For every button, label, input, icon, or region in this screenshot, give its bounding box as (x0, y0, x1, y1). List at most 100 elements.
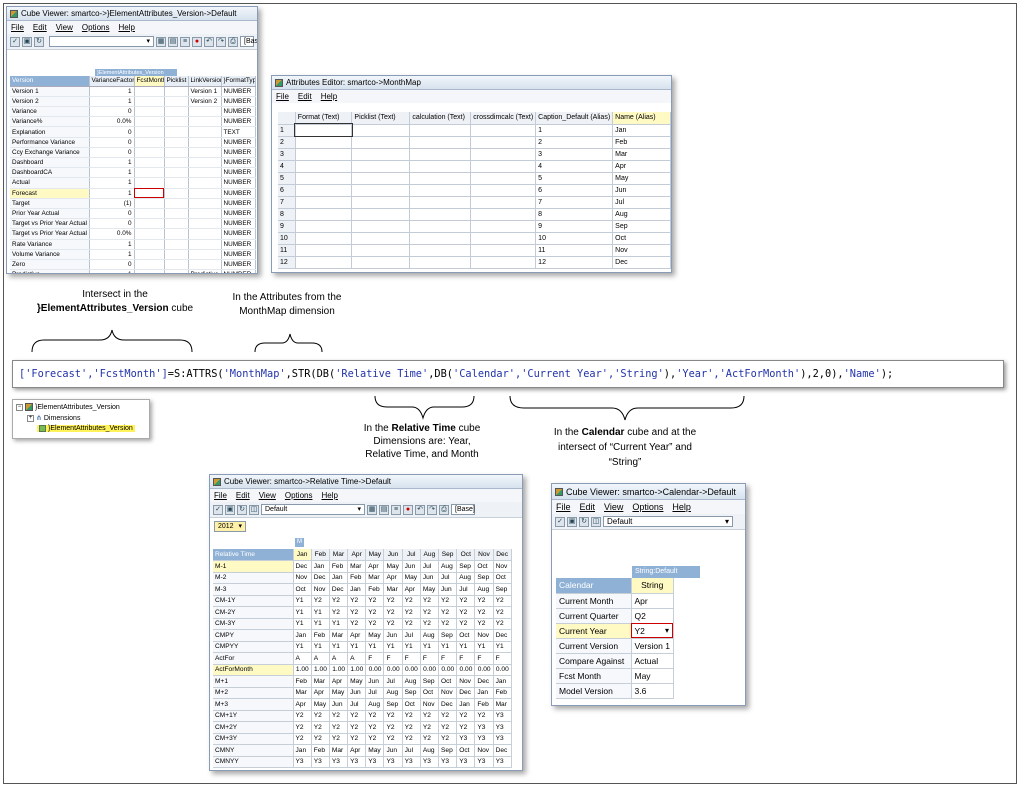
cell[interactable]: Sep (438, 744, 458, 757)
checkmark-icon[interactable]: ✓ (555, 516, 565, 527)
cell[interactable]: Y3 (474, 756, 494, 768)
cell[interactable]: F (420, 652, 440, 665)
cell[interactable]: Jan (456, 698, 476, 711)
cell[interactable]: Apr (311, 687, 330, 699)
cell[interactable]: Mar (293, 687, 312, 699)
cell[interactable]: Jul (438, 572, 458, 584)
cell[interactable]: Y2 (347, 710, 367, 722)
cell[interactable]: Y3 (493, 721, 512, 734)
cell[interactable]: Y2 (420, 733, 440, 745)
cell[interactable]: Y3 (365, 756, 385, 768)
grid-icon[interactable]: ▦ (367, 504, 377, 515)
cell[interactable]: Version 1 (631, 638, 674, 654)
cell[interactable]: Y1 (365, 641, 385, 653)
cell[interactable]: Mar (383, 583, 403, 596)
undo-icon[interactable]: ↶ (415, 504, 425, 515)
cell[interactable]: Y2 (456, 721, 476, 734)
cell[interactable]: Y2 (329, 595, 349, 607)
cell[interactable]: Aug (438, 560, 458, 573)
column-header[interactable]: Mar (329, 549, 349, 561)
column-header[interactable]: Jul (402, 549, 421, 561)
cell[interactable]: Y2 (329, 721, 349, 734)
cell[interactable]: Y2 (311, 721, 330, 734)
menu-edit[interactable]: Edit (580, 502, 596, 512)
cell[interactable]: Jun (438, 583, 458, 596)
cell[interactable]: Sep (474, 572, 494, 584)
cell[interactable]: Dec (329, 583, 349, 596)
menu-options[interactable]: Options (285, 491, 313, 500)
cell[interactable]: 1.00 (293, 664, 312, 676)
tree-node-dimensions[interactable]: + ⋔ Dimensions (27, 414, 80, 422)
cell[interactable]: Y2 (365, 618, 385, 630)
cell[interactable]: 0.00 (365, 664, 385, 676)
cell[interactable]: Y2 (438, 710, 458, 722)
cell[interactable]: Y2 (383, 606, 403, 619)
cell[interactable]: Apr (383, 572, 403, 584)
cell[interactable]: Apr (631, 593, 674, 609)
cell[interactable]: Y2 (402, 618, 421, 630)
cell[interactable]: Y3 (493, 733, 512, 745)
cell[interactable]: Mar (329, 744, 349, 757)
cell[interactable]: Y2 (402, 606, 421, 619)
column-header[interactable]: Aug (420, 549, 440, 561)
cell[interactable]: Jul (383, 675, 403, 688)
cell[interactable]: Y1 (402, 641, 421, 653)
cell[interactable]: Oct (456, 629, 476, 642)
cell[interactable]: Jan (293, 629, 312, 642)
cell[interactable]: 0.00 (438, 664, 458, 676)
cell[interactable]: Y2 (293, 721, 312, 734)
cell[interactable]: Y2 (347, 618, 367, 630)
list-icon[interactable]: ≡ (391, 504, 401, 515)
cell[interactable]: Y3 (493, 756, 512, 768)
cell[interactable]: Y3 (311, 756, 330, 768)
cell[interactable]: Y2 (456, 618, 476, 630)
cell[interactable]: Y3 (383, 756, 403, 768)
cell[interactable]: Y2 (402, 721, 421, 734)
cell[interactable]: Nov (438, 687, 458, 699)
cell[interactable]: 1.00 (347, 664, 367, 676)
cell[interactable]: F (474, 652, 494, 665)
cell[interactable]: Oct (420, 687, 440, 699)
cell[interactable]: Y1 (311, 618, 330, 630)
cell[interactable]: Jun (329, 698, 349, 711)
cell[interactable]: Y3 (474, 721, 494, 734)
cell[interactable]: Y2 (383, 595, 403, 607)
cell[interactable]: Oct (474, 560, 494, 573)
cell[interactable]: A (293, 652, 312, 665)
cell[interactable]: Y3 (493, 710, 512, 722)
redo-icon[interactable]: ↷ (427, 504, 437, 515)
year-dropdown[interactable]: 2012 ▾ (214, 521, 246, 532)
cell[interactable]: Y1 (347, 641, 367, 653)
cell[interactable]: Dec (493, 629, 512, 642)
cell[interactable]: Jan (311, 560, 330, 573)
cell[interactable]: Jan (474, 687, 494, 699)
cell[interactable]: Feb (493, 687, 512, 699)
cell[interactable]: Y2 (365, 733, 385, 745)
cell[interactable]: Y2 (493, 595, 512, 607)
cell[interactable]: Y1 (329, 641, 349, 653)
cell[interactable]: Y2 (420, 606, 440, 619)
menu-help[interactable]: Help (672, 502, 691, 512)
cell[interactable]: May (420, 583, 440, 596)
cell[interactable]: Sep (493, 583, 512, 596)
cell[interactable]: Apr (365, 560, 385, 573)
cell[interactable]: Y3 (329, 756, 349, 768)
cell[interactable]: Y2 (383, 733, 403, 745)
cell[interactable]: Y2 (438, 733, 458, 745)
cell[interactable]: Y2 (383, 710, 403, 722)
chevron-down-icon[interactable]: ▾ (665, 626, 669, 635)
cell[interactable]: Jun (383, 629, 403, 642)
cell[interactable]: Y2 (402, 595, 421, 607)
cell[interactable]: Mar (365, 572, 385, 584)
cell[interactable]: Jan (293, 744, 312, 757)
cell[interactable]: May (631, 668, 674, 684)
cell[interactable]: Y1 (293, 641, 312, 653)
cell[interactable]: Oct (438, 675, 458, 688)
cell[interactable]: Jun (365, 675, 385, 688)
cell[interactable]: Feb (329, 560, 349, 573)
cell[interactable]: F (365, 652, 385, 665)
cell[interactable]: Jul (402, 744, 421, 757)
row-dimension-header[interactable]: Relative Time (213, 549, 294, 561)
cell[interactable]: F (402, 652, 421, 665)
cell[interactable]: Feb (311, 744, 330, 757)
